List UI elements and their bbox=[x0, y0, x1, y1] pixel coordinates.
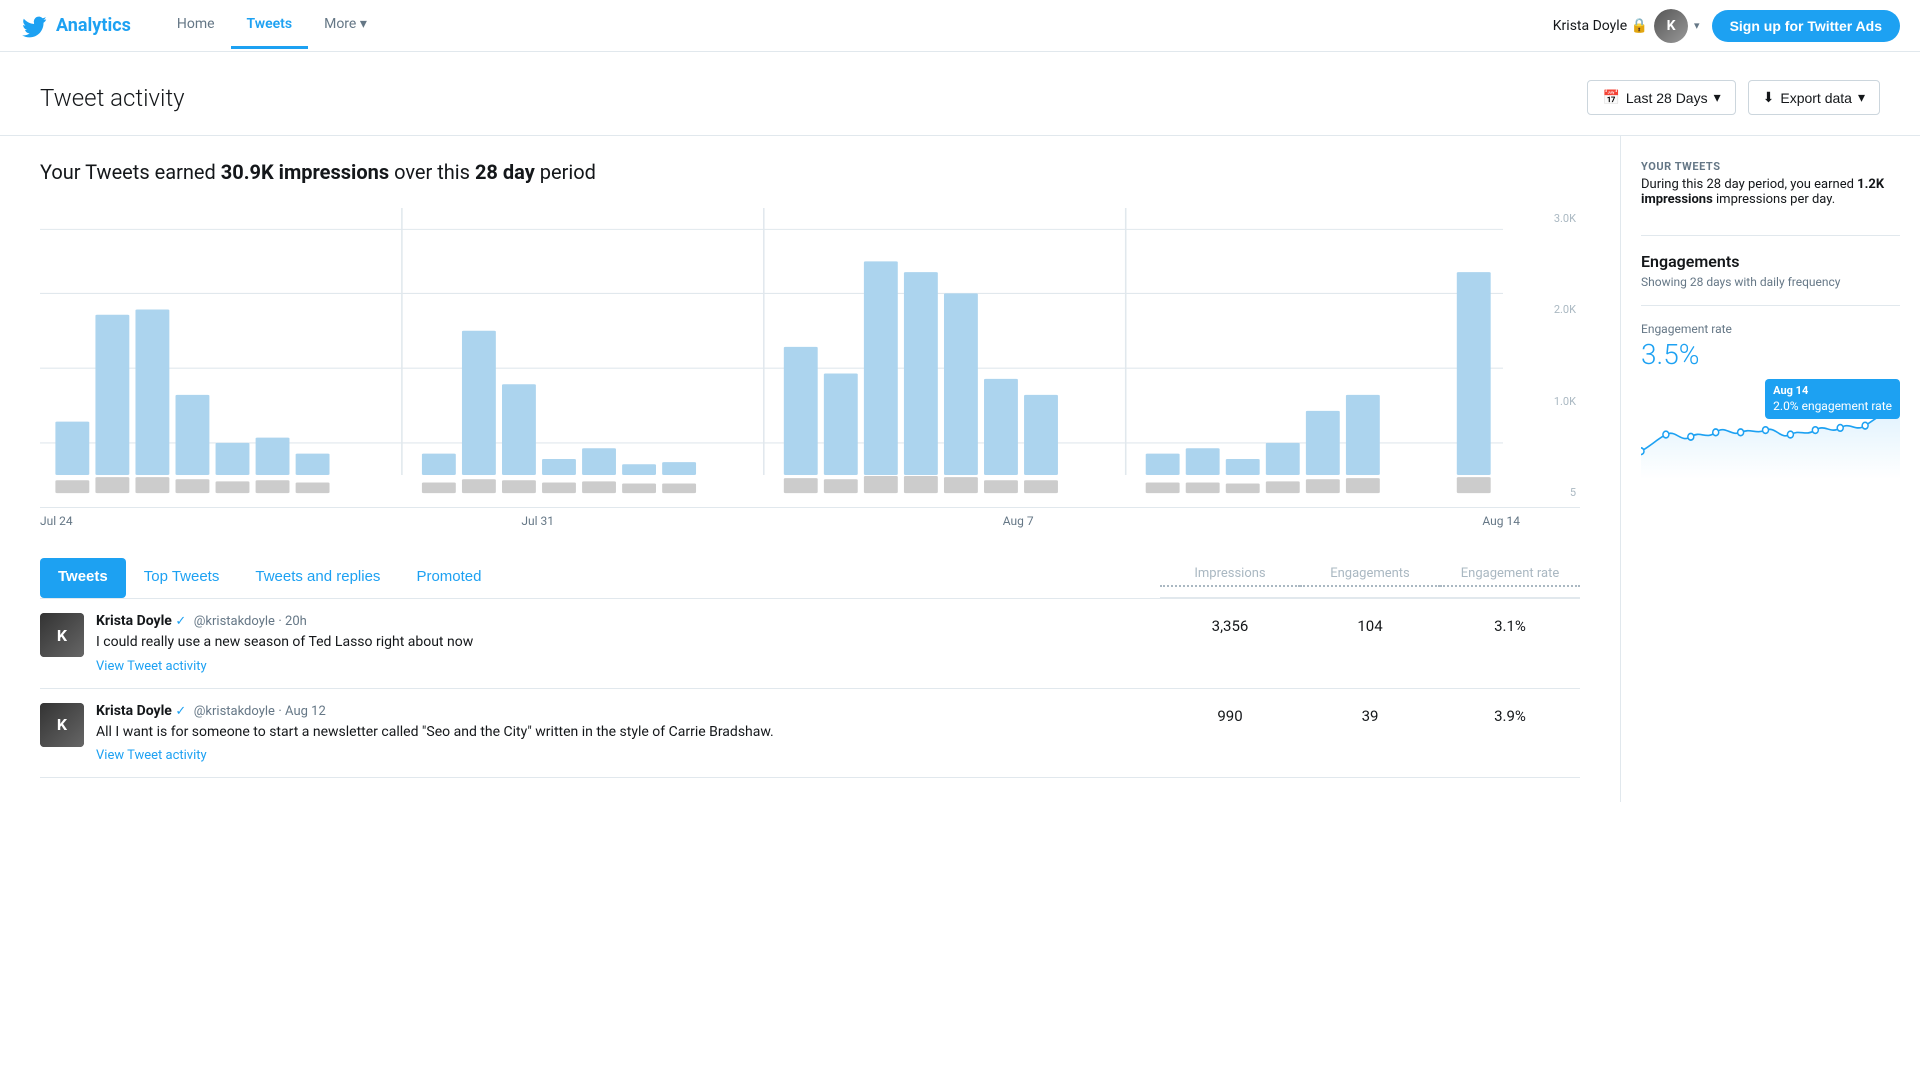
tweet-engagements: 39 bbox=[1300, 703, 1440, 725]
tweet-stats: 990 39 3.9% bbox=[1160, 703, 1580, 725]
tab-tweets-replies[interactable]: Tweets and replies bbox=[237, 558, 398, 598]
your-tweets-desc: During this 28 day period, you earned 1.… bbox=[1641, 177, 1900, 207]
brand: Analytics bbox=[20, 12, 131, 40]
tweet-list: K Krista Doyle ✓ @kristakdoyle · 20h I c… bbox=[40, 599, 1580, 778]
col-header-engagement-rate: Engagement rate bbox=[1440, 566, 1580, 587]
engagements-title: Engagements bbox=[1641, 252, 1900, 271]
tweet-time: · 20h bbox=[278, 614, 306, 629]
sidebar-divider bbox=[1641, 235, 1900, 236]
tabs-container: Tweets Top Tweets Tweets and replies Pro… bbox=[40, 556, 1580, 599]
tweet-impressions: 3,356 bbox=[1160, 613, 1300, 635]
table-row: K Krista Doyle ✓ @kristakdoyle · Aug 12 … bbox=[40, 689, 1580, 779]
tab-top-tweets[interactable]: Top Tweets bbox=[126, 558, 238, 598]
tweet-engagement-rate: 3.9% bbox=[1440, 703, 1580, 725]
nav-home[interactable]: Home bbox=[161, 2, 231, 49]
chart-label-aug14: Aug 14 bbox=[1482, 514, 1520, 528]
your-tweets-title: YOUR TWEETS bbox=[1641, 160, 1900, 173]
bar-chart-svg bbox=[40, 208, 1580, 507]
avatar: K bbox=[40, 703, 84, 747]
tweet-author: Krista Doyle bbox=[96, 703, 172, 719]
tweet-author: Krista Doyle bbox=[96, 613, 172, 629]
username: Krista Doyle 🔒 bbox=[1553, 18, 1648, 34]
nav-right: Krista Doyle 🔒 K ▾ Sign up for Twitter A… bbox=[1553, 9, 1900, 43]
column-headers: Impressions Engagements Engagement rate bbox=[1160, 556, 1580, 598]
page-header: Tweet activity 📅 Last 28 Days ▾ ⬇ Export… bbox=[0, 52, 1920, 136]
tweet-text: All I want is for someone to start a new… bbox=[96, 723, 1160, 743]
download-icon: ⬇ bbox=[1763, 89, 1775, 106]
chart-area: 3.0K 2.0K 1.0K 5 bbox=[40, 208, 1580, 508]
nav-more[interactable]: More ▾ bbox=[308, 2, 383, 49]
chart-label-jul31: Jul 31 bbox=[521, 514, 554, 528]
engagements-subtitle: Showing 28 days with daily frequency bbox=[1641, 275, 1900, 289]
engagement-rate-label: Engagement rate bbox=[1641, 322, 1900, 336]
engagement-tooltip: Aug 14 2.0% engagement rate bbox=[1765, 379, 1900, 419]
engagement-chart: Aug 14 2.0% engagement rate bbox=[1641, 379, 1900, 479]
chevron-down-icon: ▾ bbox=[360, 16, 367, 32]
tweet-stats: 3,356 104 3.1% bbox=[1160, 613, 1580, 635]
sidebar-divider-2 bbox=[1641, 305, 1900, 306]
view-tweet-activity[interactable]: View Tweet activity bbox=[96, 659, 1160, 674]
chevron-icon: ▾ bbox=[1858, 89, 1865, 106]
chart-container: 3.0K 2.0K 1.0K 5 Jul 24 Jul 31 Aug 7 Aug… bbox=[40, 208, 1580, 528]
chart-label-jul24: Jul 24 bbox=[40, 514, 73, 528]
header-actions: 📅 Last 28 Days ▾ ⬇ Export data ▾ bbox=[1587, 80, 1880, 115]
tweet-time: · Aug 12 bbox=[278, 704, 325, 719]
chevron-icon: ▾ bbox=[1714, 89, 1721, 106]
chart-x-labels: Jul 24 Jul 31 Aug 7 Aug 14 bbox=[40, 508, 1580, 528]
brand-name: Analytics bbox=[56, 15, 131, 36]
user-menu[interactable]: Krista Doyle 🔒 K ▾ bbox=[1553, 9, 1700, 43]
tab-tweets[interactable]: Tweets bbox=[40, 558, 126, 598]
main-content: Your Tweets earned 30.9K impressions ove… bbox=[0, 136, 1620, 802]
tweet-body: Krista Doyle ✓ @kristakdoyle · Aug 12 Al… bbox=[96, 703, 1160, 764]
tweet-handle: @kristakdoyle bbox=[194, 704, 275, 719]
tweet-impressions: 990 bbox=[1160, 703, 1300, 725]
navbar: Analytics Home Tweets More ▾ Krista Doyl… bbox=[0, 0, 1920, 52]
export-button[interactable]: ⬇ Export data ▾ bbox=[1748, 80, 1880, 115]
tweet-text: I could really use a new season of Ted L… bbox=[96, 633, 1160, 653]
user-chevron-icon: ▾ bbox=[1694, 19, 1700, 32]
engagement-rate-value: 3.5% bbox=[1641, 338, 1900, 371]
y-axis: 3.0K 2.0K 1.0K 5 bbox=[1525, 208, 1580, 507]
tweet-handle: @kristakdoyle bbox=[194, 614, 275, 629]
col-header-impressions: Impressions bbox=[1160, 566, 1300, 587]
signup-button[interactable]: Sign up for Twitter Ads bbox=[1712, 10, 1900, 42]
calendar-icon: 📅 bbox=[1602, 89, 1619, 106]
date-filter-button[interactable]: 📅 Last 28 Days ▾ bbox=[1587, 80, 1735, 115]
tweet-engagement-rate: 3.1% bbox=[1440, 613, 1580, 635]
engagements-section: Engagements Showing 28 days with daily f… bbox=[1641, 252, 1900, 479]
main-container: Your Tweets earned 30.9K impressions ove… bbox=[0, 136, 1920, 802]
avatar: K bbox=[40, 613, 84, 657]
your-tweets-section: YOUR TWEETS During this 28 day period, y… bbox=[1641, 160, 1900, 207]
page-title: Tweet activity bbox=[40, 84, 185, 112]
impressions-headline: Your Tweets earned 30.9K impressions ove… bbox=[40, 160, 1580, 184]
tweet-body: Krista Doyle ✓ @kristakdoyle · 20h I cou… bbox=[96, 613, 1160, 674]
avatar: K bbox=[1654, 9, 1688, 43]
nav-tweets[interactable]: Tweets bbox=[231, 2, 309, 49]
table-row: K Krista Doyle ✓ @kristakdoyle · 20h I c… bbox=[40, 599, 1580, 689]
nav-links: Home Tweets More ▾ bbox=[161, 2, 383, 49]
chart-label-aug7: Aug 7 bbox=[1003, 514, 1034, 528]
tab-promoted[interactable]: Promoted bbox=[398, 558, 499, 598]
view-tweet-activity[interactable]: View Tweet activity bbox=[96, 748, 1160, 763]
tweet-engagements: 104 bbox=[1300, 613, 1440, 635]
col-header-engagements: Engagements bbox=[1300, 566, 1440, 587]
twitter-logo bbox=[20, 12, 48, 40]
sidebar: YOUR TWEETS During this 28 day period, y… bbox=[1620, 136, 1920, 802]
